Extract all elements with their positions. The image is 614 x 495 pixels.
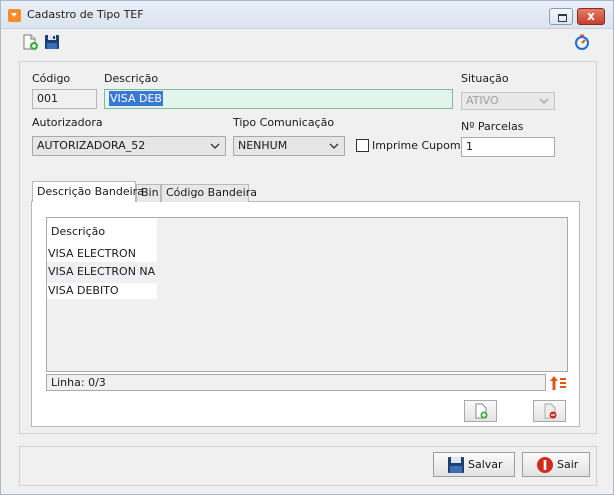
title-bar: Cadastro de Tipo TEF x [1,1,613,29]
codigo-value: 001 [37,92,58,105]
close-icon: x [587,9,595,23]
table-row[interactable]: VISA ELECTRON NA [47,264,157,280]
parcelas-input[interactable]: 1 [461,137,555,157]
tab-label: Descrição Bandeira [37,185,144,198]
window: Cadastro de Tipo TEF x Código 001 Descri… [0,0,614,495]
chevron-down-icon [329,143,339,149]
parcelas-value: 1 [466,140,473,153]
table-row[interactable]: VISA ELECTRON [47,246,157,262]
imprime-cupom-checkbox[interactable] [356,139,369,152]
descricao-value: VISA DEB [109,91,163,106]
sair-button[interactable]: Sair [522,452,590,477]
situacao-label: Situação [461,72,509,85]
add-document-icon [475,403,488,419]
parcelas-label: Nº Parcelas [461,120,524,133]
situacao-select[interactable]: ATIVO [461,92,555,110]
remove-document-icon [544,403,557,419]
tipo-comunicacao-select[interactable]: NENHUM [233,136,345,156]
situacao-value: ATIVO [466,94,499,107]
save-disk-icon[interactable] [43,33,61,51]
table-row[interactable]: VISA DEBITO [47,283,157,299]
window-title: Cadastro de Tipo TEF [27,8,144,21]
tipo-comunicacao-label: Tipo Comunicação [233,116,335,129]
status-bar: Linha: 0/3 [46,374,546,391]
dropdown-app-icon[interactable] [8,9,21,22]
codigo-label: Código [32,72,71,85]
descricao-input[interactable]: VISA DEB [104,89,453,109]
restore-button[interactable] [549,8,573,25]
tipo-comunicacao-value: NENHUM [238,139,288,152]
tab-label: Código Bandeira [166,186,257,199]
autorizadora-select[interactable]: AUTORIZADORA_52 [32,136,226,156]
imprime-cupom-label: Imprime Cupom [372,139,461,152]
close-button[interactable]: x [577,8,605,25]
tab-codigo-bandeira[interactable]: Código Bandeira [161,184,257,202]
new-document-icon[interactable] [21,33,39,51]
codigo-field[interactable]: 001 [32,89,97,109]
sair-label: Sair [557,458,579,471]
bandeira-grid[interactable]: Descrição VISA ELECTRON VISA ELECTRON NA… [46,217,568,372]
autorizadora-value: AUTORIZADORA_52 [37,139,146,152]
save-disk-icon [448,457,464,473]
autorizadora-label: Autorizadora [32,116,103,129]
sort-order-icon[interactable] [549,374,567,392]
status-text: Linha: 0/3 [51,376,106,389]
chevron-down-icon [539,98,549,104]
remove-row-button[interactable] [533,400,566,422]
grid-column-header[interactable]: Descrição [47,218,157,246]
tab-descricao-bandeira[interactable]: Descrição Bandeira [32,181,144,202]
add-row-button[interactable] [464,400,497,422]
exit-icon [537,457,553,473]
refresh-timer-icon[interactable] [573,33,591,51]
salvar-label: Salvar [468,458,503,471]
descricao-label: Descrição [104,72,159,85]
chevron-down-icon [210,143,220,149]
salvar-button[interactable]: Salvar [433,452,515,477]
